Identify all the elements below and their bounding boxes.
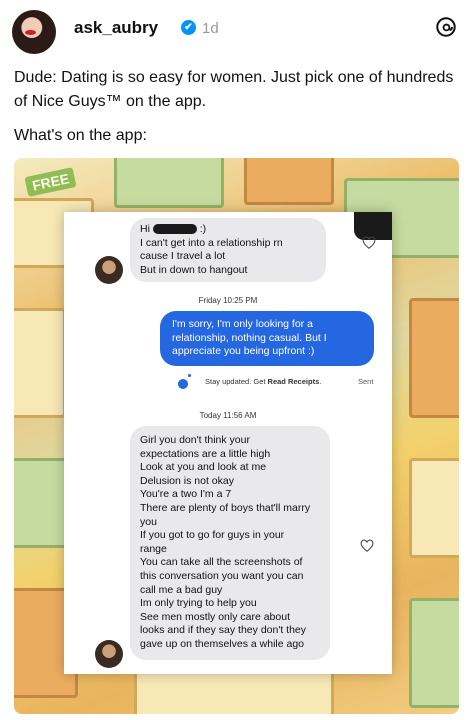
- message-line: looks and if they say they don't they: [140, 624, 307, 637]
- message-line: Delusion is not okay: [140, 474, 234, 487]
- message-line: gave up on themselves a while ago: [140, 637, 305, 650]
- message-line: See men mostly only care about: [140, 610, 290, 623]
- message-line: call me a bad guy: [140, 583, 223, 596]
- heart-icon[interactable]: [360, 539, 374, 553]
- sent-status: Sent: [358, 377, 374, 386]
- sender-avatar[interactable]: [95, 640, 123, 668]
- chat-timestamp: Friday 10:25 PM: [198, 296, 258, 305]
- sender-avatar[interactable]: [95, 256, 123, 284]
- avatar[interactable]: [12, 10, 56, 54]
- heart-icon[interactable]: [362, 236, 376, 250]
- post-paragraph: Dude: Dating is so easy for women. Just …: [14, 69, 454, 110]
- chat-screenshot: Hi :) I can't get into a relationship rn…: [64, 212, 392, 674]
- message-line: You can take all the screenshots of: [140, 556, 303, 569]
- read-receipt-icon: [178, 379, 188, 389]
- outgoing-message: I'm sorry, I'm only looking for a relati…: [160, 311, 374, 366]
- message-line: Hi :): [140, 223, 207, 235]
- incoming-message: Hi :) I can't get into a relationship rn…: [130, 218, 326, 283]
- read-receipt-dot: [188, 374, 191, 377]
- message-line: But in down to hangout: [140, 263, 248, 276]
- post-time: 1d: [202, 20, 219, 37]
- message-line: If you got to go for guys in your: [140, 529, 285, 542]
- message-line: you: [140, 515, 157, 528]
- message-line: I'm sorry, I'm only looking for a: [172, 318, 313, 330]
- post-header: ask_aubry ✔ 1d: [10, 8, 465, 54]
- message-line: appreciate you being upfront :): [172, 345, 315, 358]
- chat-timestamp: Today 11:56 AM: [199, 411, 257, 420]
- message-line: Im only trying to help you: [140, 597, 257, 610]
- message-line: You're a two I'm a 7: [140, 488, 232, 501]
- message-line: Look at you and look at me: [140, 461, 267, 474]
- redaction-bar: [152, 224, 197, 235]
- message-line: range: [140, 542, 167, 555]
- avatar-lips: [25, 30, 36, 35]
- threads-logo-icon[interactable]: [435, 16, 457, 38]
- message-line: Girl you don't think your: [140, 434, 250, 446]
- message-line: relationship, nothing casual. But I: [172, 331, 327, 344]
- message-line: expectations are a little high: [140, 447, 271, 460]
- read-receipts-notice[interactable]: Stay updated. Get Read Receipts.: [205, 377, 321, 386]
- post-paragraph: What's on the app:: [14, 127, 147, 144]
- message-line: this conversation you want you can: [140, 569, 304, 582]
- message-line: I can't get into a relationship rn: [140, 236, 283, 249]
- incoming-message: Girl you don't think your expectations a…: [130, 426, 330, 660]
- verified-icon: ✔: [181, 20, 196, 35]
- post-body: Dude: Dating is so easy for women. Just …: [14, 66, 459, 158]
- message-line: There are plenty of boys that'll marry: [140, 501, 311, 514]
- username[interactable]: ask_aubry: [74, 18, 158, 38]
- message-line: cause I travel a lot: [140, 250, 226, 263]
